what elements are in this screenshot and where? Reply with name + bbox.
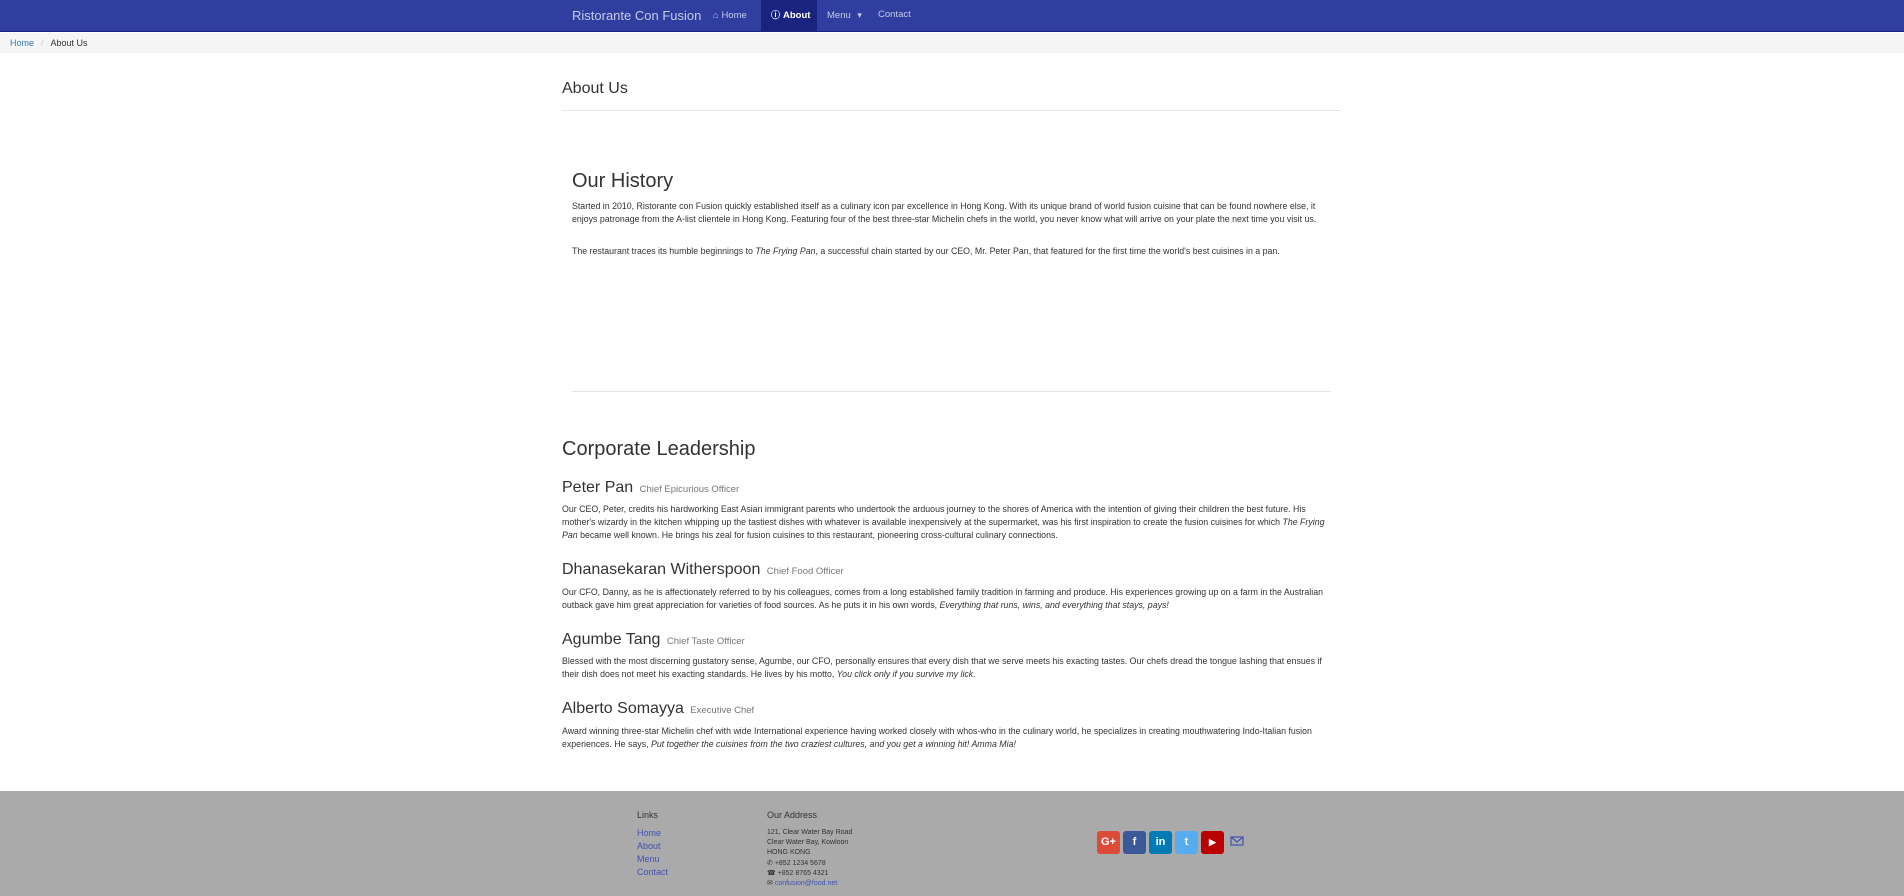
address-line: 121, Clear Water Bay Road	[767, 829, 853, 836]
leader-name: Alberto Somayya Executive Chef	[562, 700, 754, 718]
footer-address-heading: Our Address	[767, 810, 818, 820]
navbar: Ristorante Con Fusion ⌂ Home ⓘ About Menu …	[0, 0, 1904, 32]
bio-text: Our CEO, Peter, credits his hardworking …	[562, 504, 1306, 527]
footer-links-heading: Links	[637, 810, 659, 820]
footer-link-home[interactable]: Home	[637, 828, 661, 838]
leader-bio: Blessed with the most discerning gustato…	[562, 655, 1341, 681]
history-paragraph-1: Started in 2010, Ristorante con Fusion q…	[572, 201, 1317, 224]
page-title: About Us	[562, 80, 628, 97]
navbar-brand[interactable]: Ristorante Con Fusion	[572, 0, 701, 31]
nav-about-label: About	[783, 10, 811, 21]
phone-line: ✆ +852 1234 5678	[767, 859, 826, 867]
breadcrumb-home-link[interactable]: Home	[10, 38, 34, 48]
leader-name: Dhanasekaran Witherspoon Chief Food Offi…	[562, 561, 844, 579]
leadership-heading: Corporate Leadership	[562, 438, 756, 460]
leader-role: Executive Chef	[690, 705, 755, 716]
leader-name: Agumbe Tang Chief Taste Officer	[562, 631, 745, 649]
footer-link-menu[interactable]: Menu	[637, 854, 660, 864]
envelope-icon: ✉	[767, 880, 773, 887]
leader-role: Chief Taste Officer	[666, 636, 745, 647]
footer	[0, 791, 1904, 896]
history-text: , a successful chain started by our CEO,…	[815, 246, 1280, 256]
leader-name-text: Peter Pan	[562, 479, 634, 496]
nav-home[interactable]: ⌂ Home	[703, 0, 757, 31]
facebook-icon[interactable]: f	[1123, 831, 1146, 854]
leader-bio: Our CFO, Danny, as he is affectionately …	[562, 586, 1341, 612]
bio-emphasis: Put together the cuisines from the two c…	[651, 738, 1016, 749]
footer-link-about[interactable]: About	[637, 841, 661, 851]
nav-home-label: Home	[721, 10, 747, 21]
caret-down-icon: ▾	[857, 10, 862, 20]
nav-contact[interactable]: Contact	[868, 0, 921, 31]
email-line: ✉ confusion@food.net	[767, 879, 837, 887]
bio-emphasis: Everything that runs, wins, and everythi…	[939, 599, 1169, 610]
address-line: HONG KONG	[767, 849, 811, 856]
home-icon: ⌂	[713, 10, 719, 20]
nav-about[interactable]: ⓘ About	[761, 0, 817, 31]
footer-link-contact[interactable]: Contact	[637, 867, 668, 877]
footer-email-link[interactable]: confusion@food.net	[775, 880, 837, 887]
leader-name-text: Agumbe Tang	[562, 631, 661, 648]
nav-menu-dropdown[interactable]: Menu ▾	[817, 0, 875, 31]
fax-icon: ☎	[767, 870, 776, 877]
address-line: Clear Water Bay, Kowloon	[767, 839, 849, 846]
fax-number: +852 8765 4321	[777, 870, 829, 877]
leader-name: Peter Pan Chief Epicurious Officer	[562, 479, 739, 497]
phone-icon: ✆	[767, 860, 773, 867]
nav-menu-label: Menu	[827, 10, 851, 21]
youtube-icon[interactable]: ▶	[1201, 831, 1224, 854]
twitter-icon[interactable]: t	[1175, 831, 1198, 854]
history-text: The restaurant traces its humble beginni…	[572, 246, 756, 256]
info-circle-icon: ⓘ	[771, 10, 781, 20]
nav-contact-label: Contact	[878, 9, 911, 20]
linkedin-icon[interactable]: in	[1149, 831, 1172, 854]
breadcrumb-current: About Us	[50, 38, 88, 48]
fax-line: ☎ +852 8765 4321	[767, 869, 829, 877]
history-emphasis: The Frying Pan	[755, 246, 816, 256]
leader-role: Chief Epicurious Officer	[639, 484, 740, 495]
history-heading: Our History	[572, 170, 674, 192]
breadcrumb: Home / About Us	[0, 33, 1904, 53]
bio-emphasis: You click only if you survive my lick.	[836, 668, 976, 679]
leader-name-text: Dhanasekaran Witherspoon	[562, 561, 761, 578]
breadcrumb-separator: /	[41, 38, 44, 48]
divider	[572, 391, 1331, 392]
leader-role: Chief Food Officer	[766, 566, 844, 577]
history-paragraph-2: The restaurant traces its humble beginni…	[572, 245, 1322, 258]
google-plus-icon[interactable]: G+	[1097, 831, 1120, 854]
divider	[562, 110, 1341, 111]
leader-bio: Award winning three-star Michelin chef w…	[562, 725, 1341, 751]
bio-text: became well known. He brings his zeal fo…	[577, 529, 1058, 540]
leader-bio: Our CEO, Peter, credits his hardworking …	[562, 503, 1341, 541]
phone-number: +852 1234 5678	[774, 860, 826, 867]
mail-icon[interactable]	[1230, 834, 1244, 848]
leader-name-text: Alberto Somayya	[562, 700, 684, 717]
